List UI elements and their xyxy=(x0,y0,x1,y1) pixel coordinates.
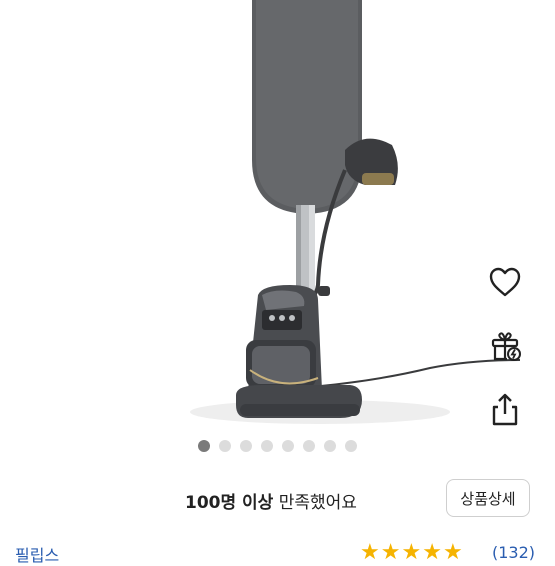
brand-link[interactable]: 필립스 xyxy=(15,542,59,566)
pagination-dot[interactable] xyxy=(198,440,210,452)
gift-button[interactable] xyxy=(485,326,525,366)
pagination-dot[interactable] xyxy=(345,440,357,452)
star-icon: ★ xyxy=(442,540,464,565)
heart-icon xyxy=(489,267,521,297)
pagination-dot[interactable] xyxy=(219,440,231,452)
product-detail-button[interactable]: 상품상세 xyxy=(446,479,530,517)
pagination-dot[interactable] xyxy=(303,440,315,452)
pagination-dot[interactable] xyxy=(324,440,336,452)
star-icon: ★ xyxy=(401,540,423,565)
satisfaction-count: 100명 이상 xyxy=(185,493,274,513)
share-button[interactable] xyxy=(485,390,525,430)
gift-icon xyxy=(491,332,521,361)
star-icon: ★ xyxy=(380,540,402,565)
brand-rating-row: 필립스 ★★★★★ (132) xyxy=(0,540,555,565)
pagination-dot[interactable] xyxy=(282,440,294,452)
pagination-dot[interactable] xyxy=(261,440,273,452)
image-pagination xyxy=(0,440,555,452)
star-icon: ★ xyxy=(422,540,443,565)
review-count-link[interactable]: (132) xyxy=(492,543,535,562)
steam-iron-stand-illustration xyxy=(190,0,521,424)
like-button[interactable] xyxy=(485,262,525,302)
satisfaction-suffix: 만족했어요 xyxy=(273,493,357,513)
star-icon: ★ xyxy=(360,540,381,565)
rating-stars: ★★★★★ xyxy=(360,540,464,565)
satisfaction-text: 100명 이상 만족했어요 xyxy=(185,488,357,513)
share-icon xyxy=(492,393,518,426)
pagination-dot[interactable] xyxy=(240,440,252,452)
product-image[interactable] xyxy=(0,0,555,430)
